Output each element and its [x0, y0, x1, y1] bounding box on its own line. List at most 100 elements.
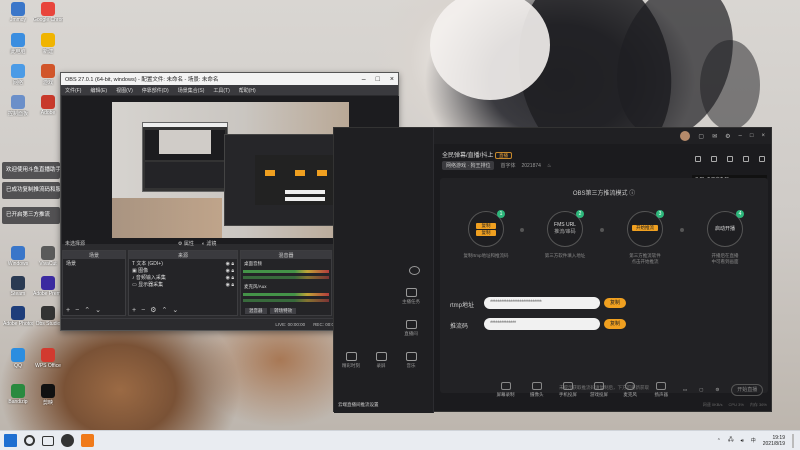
tool-tasks[interactable]: 主播任务 — [396, 288, 426, 305]
close-icon[interactable]: × — [390, 76, 394, 83]
add-icon[interactable]: + — [132, 307, 136, 314]
add-icon[interactable]: + — [66, 307, 70, 314]
close-icon[interactable]: × — [761, 133, 765, 139]
avatar[interactable] — [680, 131, 691, 141]
desktop-audio-slider[interactable] — [243, 276, 329, 279]
menu-help[interactable]: 帮助(H) — [239, 87, 256, 94]
minimize-icon[interactable]: – — [362, 76, 366, 83]
tool-highlights[interactable]: 精彩时刻 — [336, 352, 366, 369]
mic-audio-slider[interactable] — [243, 299, 329, 302]
menu-docks[interactable]: 停靠部件(D) — [142, 87, 169, 94]
volume-icon[interactable]: 🔊︎ — [741, 438, 744, 444]
maximize-icon[interactable]: □ — [750, 133, 754, 139]
menu-file[interactable]: 文件(F) — [65, 87, 81, 94]
notification-toast[interactable]: 已开启第三方推流 — [2, 207, 60, 224]
bell-icon[interactable] — [743, 156, 749, 162]
desktop-icon[interactable]: Steam — [3, 276, 33, 297]
camera-icon[interactable]: ▭ — [683, 387, 687, 393]
remove-icon[interactable]: − — [75, 307, 79, 314]
obs-taskbar-icon[interactable] — [61, 434, 74, 447]
move-up-icon[interactable]: ⌃ — [161, 306, 167, 314]
move-down-icon[interactable]: ⌄ — [172, 306, 178, 314]
menu-scene-collection[interactable]: 场景集合(S) — [178, 87, 205, 94]
visibility-icon[interactable]: ◉ 🔒︎ — [226, 275, 234, 282]
lock-icon[interactable] — [711, 156, 717, 162]
start-push-button[interactable]: 开始推流 — [632, 225, 658, 231]
maximize-icon[interactable]: □ — [376, 76, 380, 83]
desktop-icon[interactable]: WPS Office — [33, 348, 63, 369]
settings-icon[interactable]: ⚙ — [725, 133, 730, 140]
tool-camera[interactable]: 摄像头 — [527, 381, 546, 398]
source-item-audio[interactable]: ♪ 音频输入采集 ◉ 🔒︎ — [132, 275, 234, 282]
menu-edit[interactable]: 编辑(E) — [90, 87, 107, 94]
clock[interactable]: 19:19 2021/8/19 — [763, 435, 785, 447]
gift-icon[interactable] — [695, 156, 701, 162]
desktop-icon[interactable]: Bandizip — [3, 384, 33, 405]
menu-tools[interactable]: 工具(T) — [213, 87, 229, 94]
menu-view[interactable]: 视图(V) — [116, 87, 133, 94]
tab-transitions[interactable]: 转场特效 — [270, 308, 297, 314]
filters-button[interactable]: ◐ 滤镜 — [202, 240, 216, 247]
desktop-icon[interactable]: 游戏 — [33, 64, 63, 86]
desktop-icon[interactable]: 控制面板 — [3, 95, 33, 117]
tool-music[interactable]: 音乐 — [396, 352, 426, 369]
tool-record[interactable]: 录屏 — [366, 352, 396, 369]
help-icon[interactable]: ⓘ — [629, 191, 635, 197]
skin-icon[interactable]: ▢ — [698, 133, 704, 140]
tool-speaker[interactable]: 扬声器 — [652, 381, 671, 398]
cloud-settings-link[interactable]: 云端直播间推流设置 — [338, 402, 379, 408]
tool-phone-cast[interactable]: 手机投屏 — [558, 381, 577, 398]
visibility-icon[interactable]: ◉ 🔒︎ — [226, 261, 234, 268]
live-app-taskbar-icon[interactable] — [81, 434, 94, 447]
copy-rtmp-button[interactable]: 复制 — [604, 298, 626, 308]
minimize-icon[interactable]: – — [739, 133, 742, 139]
desktop-icon[interactable]: Adobe — [33, 95, 63, 116]
notification-toast[interactable]: 欢迎使用斗鱼直播助手 — [2, 162, 60, 179]
remove-icon[interactable]: − — [141, 307, 145, 314]
copy-stream-key-button[interactable]: 复制 — [604, 319, 626, 329]
obs-titlebar[interactable]: OBS 27.0.1 (64-bit, windows) - 配置文件: 未命名… — [61, 73, 398, 85]
live-app-window[interactable]: 主播任务 直播间 精彩时刻 录屏 音乐 云端直播间推流设置 ▢ ✉ ⚙ – □ … — [333, 127, 772, 413]
screen-icon[interactable]: ▢ — [699, 387, 703, 393]
room-tag[interactable]: 直播 — [495, 152, 513, 159]
mail-icon[interactable]: ✉ — [712, 133, 717, 140]
desktop-icon[interactable]: 新建 — [33, 33, 63, 55]
windows-start-icon[interactable] — [4, 434, 17, 447]
desktop-icon[interactable]: Jmmdy — [3, 2, 33, 23]
desktop-icon[interactable]: 网络 — [3, 64, 33, 86]
chevron-up-icon[interactable]: ⌃ — [717, 438, 721, 444]
clock-icon[interactable] — [399, 266, 429, 277]
gear-icon[interactable]: ⚙ — [150, 306, 156, 314]
desktop-icon[interactable]: 此电脑 — [3, 33, 33, 55]
source-item-text[interactable]: T 文本 (GDI+) ◉ 🔒︎ — [132, 261, 234, 268]
tab-mixer[interactable]: 混音器 — [245, 308, 267, 314]
source-item-display[interactable]: ▭ 显示器采集 ◉ 🔒︎ — [132, 282, 234, 289]
desktop-icon[interactable]: Adobe Photoshop — [3, 306, 33, 327]
start-live-button[interactable]: 开始直播 — [731, 383, 763, 396]
copy-address-button[interactable]: 复制 — [476, 223, 496, 229]
task-view-icon[interactable] — [42, 435, 54, 446]
visibility-icon[interactable]: ◉ 🔒︎ — [226, 282, 234, 289]
category-badge[interactable]: 网络游戏 · 狗王排位 — [442, 161, 495, 170]
network-icon[interactable]: 🖧︎ — [728, 437, 734, 445]
desktop-icon[interactable]: Obs Studio — [33, 306, 63, 327]
share-icon[interactable] — [759, 156, 765, 162]
ime-icon[interactable]: 中 — [751, 437, 756, 444]
move-down-icon[interactable]: ⌄ — [95, 306, 101, 314]
search-icon[interactable] — [24, 435, 35, 446]
desktop-icon[interactable]: 剪映 — [33, 384, 63, 406]
tool-microphone[interactable]: 麦克风 — [621, 381, 640, 398]
source-item-image[interactable]: ▣ 图像 ◉ 🔒︎ — [132, 268, 234, 275]
copy-key-button[interactable]: 复制 — [476, 230, 496, 236]
visibility-icon[interactable]: ◉ 🔒︎ — [226, 268, 234, 275]
desktop-icon[interactable]: Windows — [3, 246, 33, 267]
tool-screen-record[interactable]: 屏幕录制 — [496, 381, 515, 398]
tool-game-cast[interactable]: 游戏投屏 — [589, 381, 608, 398]
tool-room[interactable]: 直播间 — [396, 320, 426, 337]
notification-toast[interactable]: 已成功复制推流码和服务器 — [2, 182, 60, 199]
scene-item[interactable]: 场景 — [66, 261, 122, 268]
gear-icon[interactable]: ⚙ — [715, 387, 719, 393]
stream-key-field[interactable]: ************** — [484, 318, 600, 330]
desktop-icon[interactable]: VivaCut — [33, 246, 63, 267]
desktop-icon[interactable]: Adobe Premiere — [33, 276, 63, 297]
